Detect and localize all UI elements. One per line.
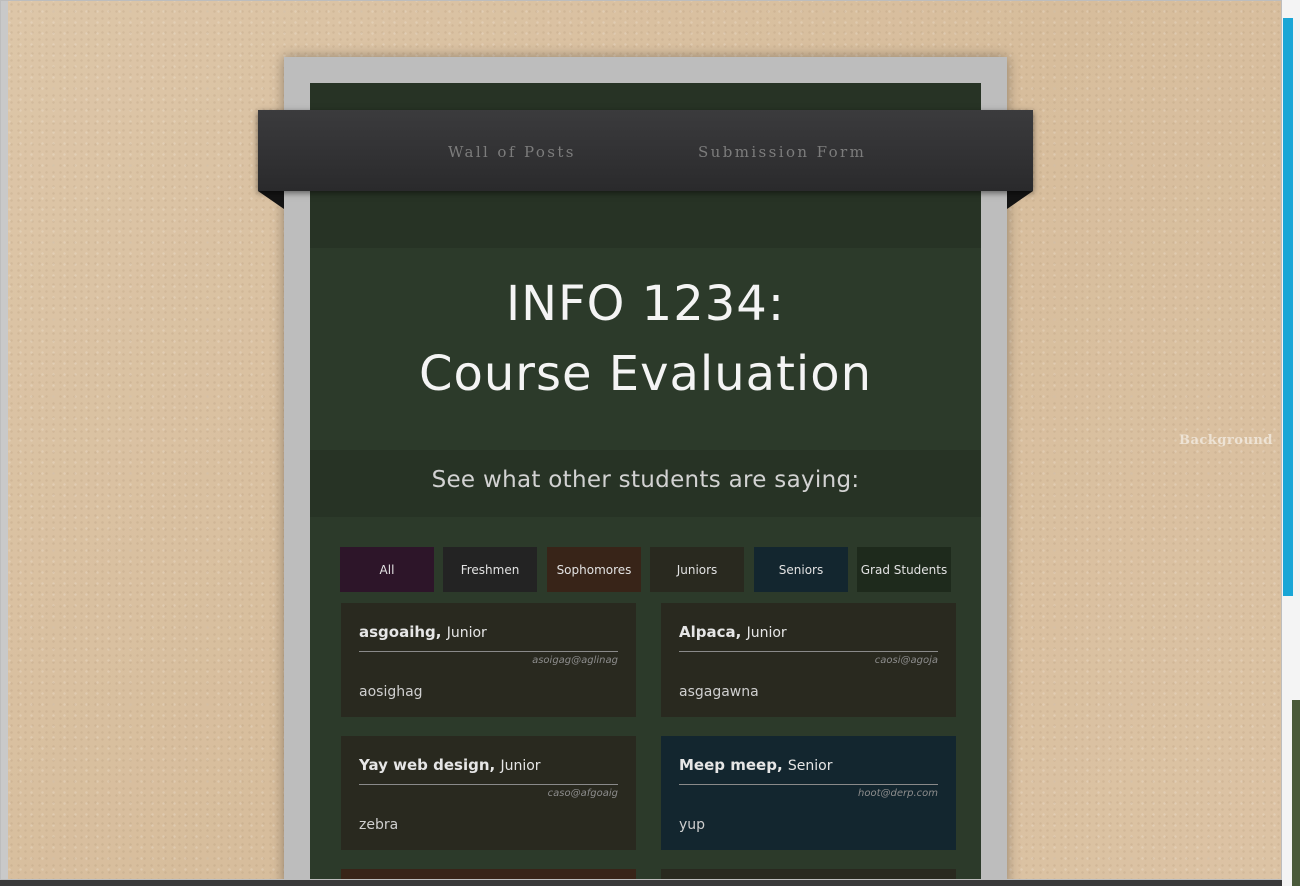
post-author-year: Junior	[446, 625, 487, 641]
page-title-line-1: INFO 1234:	[505, 276, 786, 332]
post-email: asoigag@aglinag	[532, 655, 618, 666]
post-card-partial	[341, 869, 636, 879]
nav-ribbon	[258, 110, 1033, 191]
post-card: asgoaihg, Junior asoigag@aglinag aosigha…	[341, 603, 636, 717]
ribbon-fold-left	[258, 191, 284, 209]
post-divider	[359, 784, 618, 785]
post-divider	[679, 784, 938, 785]
post-card: Yay web design, Junior caso@afgoaig zebr…	[341, 736, 636, 850]
post-divider	[359, 651, 618, 652]
filter-button-freshmen[interactable]: Freshmen	[443, 547, 537, 592]
filter-button-sophomores[interactable]: Sophomores	[547, 547, 641, 592]
post-author-name: Yay web design,	[359, 756, 496, 774]
post-email: hoot@derp.com	[858, 788, 938, 799]
ribbon-fold-right	[1007, 191, 1033, 209]
scrollbar[interactable]	[1283, 18, 1293, 596]
post-comment: yup	[679, 817, 706, 833]
post-comment: zebra	[359, 817, 399, 833]
page-title: INFO 1234: Course Evaluation	[310, 269, 981, 409]
post-author: asgoaihg, Junior	[359, 623, 487, 641]
browser-viewport: Background Wall of Posts Submission Form…	[0, 0, 1282, 880]
post-card: Alpaca, Junior caosi@agoja asgagawna	[661, 603, 956, 717]
window-right-edge	[1282, 0, 1300, 886]
post-email: caso@afgoaig	[547, 788, 618, 799]
background-window-edge	[1292, 700, 1300, 886]
post-email: caosi@agoja	[874, 655, 938, 666]
page-subtitle: See what other students are saying:	[431, 467, 860, 493]
post-author-name: Meep meep,	[679, 756, 783, 774]
post-author-year: Junior	[500, 758, 541, 774]
post-author-year: Junior	[746, 625, 787, 641]
post-card-partial	[661, 869, 956, 879]
post-card: Meep meep, Senior hoot@derp.com yup	[661, 736, 956, 850]
post-author-year: Senior	[787, 758, 833, 774]
filter-button-juniors[interactable]: Juniors	[650, 547, 744, 592]
page-title-line-2: Course Evaluation	[418, 346, 873, 402]
post-author: Alpaca, Junior	[679, 623, 787, 641]
post-author-name: Alpaca,	[679, 623, 742, 641]
post-comment: asgagawna	[679, 684, 759, 700]
nav-link-wall-of-posts[interactable]: Wall of Posts	[448, 143, 576, 161]
post-author: Meep meep, Senior	[679, 756, 832, 774]
filter-button-grad-students[interactable]: Grad Students	[857, 547, 951, 592]
post-comment: aosighag	[359, 684, 423, 700]
nav-link-submission-form[interactable]: Submission Form	[698, 143, 866, 161]
background-watermark-label: Background	[1179, 433, 1273, 448]
post-author: Yay web design, Junior	[359, 756, 541, 774]
post-author-name: asgoaihg,	[359, 623, 442, 641]
post-divider	[679, 651, 938, 652]
filter-button-all[interactable]: All	[340, 547, 434, 592]
window-left-edge	[1, 1, 8, 879]
filter-button-seniors[interactable]: Seniors	[754, 547, 848, 592]
